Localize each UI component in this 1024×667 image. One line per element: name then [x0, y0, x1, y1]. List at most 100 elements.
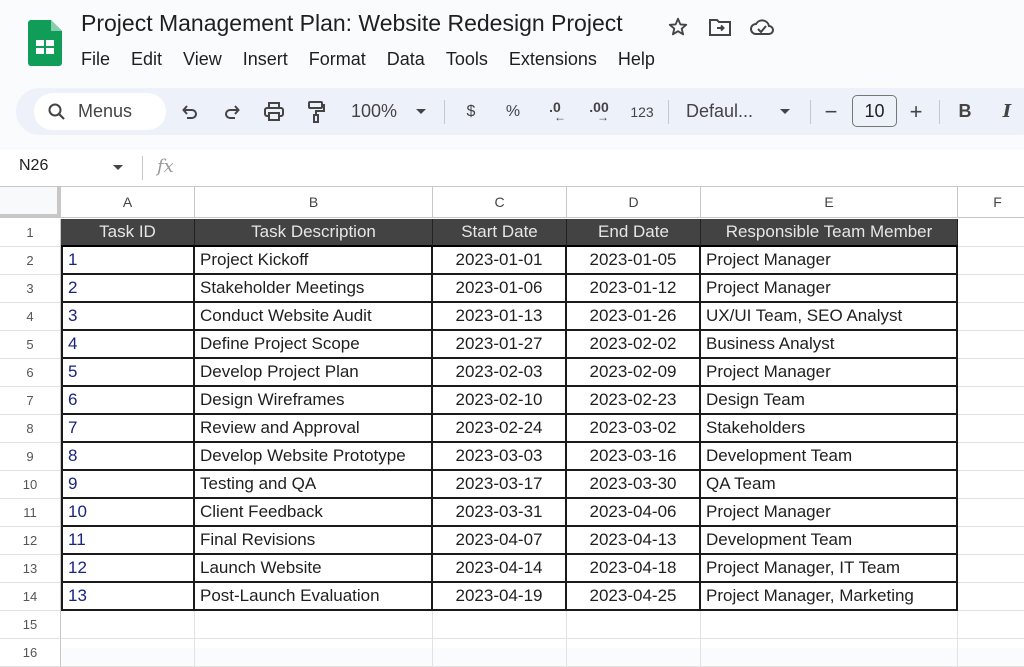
table-header-cell[interactable]: Start Date	[433, 219, 567, 247]
row-header-9[interactable]: 9	[0, 443, 61, 471]
table-cell[interactable]: 2023-04-13	[567, 527, 701, 555]
zoom-select[interactable]: 100%	[346, 88, 402, 135]
empty-cell[interactable]	[958, 415, 1024, 443]
empty-cell[interactable]	[567, 611, 701, 639]
table-cell[interactable]: 7	[61, 415, 195, 443]
empty-cell[interactable]	[958, 639, 1024, 667]
menu-edit[interactable]: Edit	[131, 49, 162, 70]
empty-cell[interactable]	[701, 639, 958, 667]
table-cell[interactable]: 2023-03-03	[433, 443, 567, 471]
redo-button[interactable]	[218, 88, 246, 135]
empty-cell[interactable]	[958, 471, 1024, 499]
table-cell[interactable]: 2023-04-06	[567, 499, 701, 527]
google-sheets-logo-icon[interactable]	[28, 20, 62, 66]
menu-view[interactable]: View	[183, 49, 222, 70]
formula-input[interactable]	[190, 154, 1010, 182]
table-cell[interactable]: Testing and QA	[195, 471, 433, 499]
table-cell[interactable]: 2023-03-17	[433, 471, 567, 499]
empty-cell[interactable]	[958, 611, 1024, 639]
star-icon[interactable]	[665, 14, 691, 40]
print-button[interactable]	[259, 88, 289, 135]
menu-extensions[interactable]: Extensions	[509, 49, 597, 70]
table-cell[interactable]: Project Manager, IT Team	[701, 555, 958, 583]
empty-cell[interactable]	[958, 499, 1024, 527]
empty-cell[interactable]	[958, 275, 1024, 303]
row-header-10[interactable]: 10	[0, 471, 61, 499]
table-cell[interactable]: 2023-01-05	[567, 247, 701, 275]
table-cell[interactable]: Design Wireframes	[195, 387, 433, 415]
table-cell[interactable]: 6	[61, 387, 195, 415]
cloud-saved-icon[interactable]	[749, 14, 775, 40]
column-header-b[interactable]: B	[195, 186, 433, 218]
table-cell[interactable]: 9	[61, 471, 195, 499]
empty-cell[interactable]	[567, 639, 701, 667]
name-box[interactable]: N26	[19, 157, 48, 175]
empty-cell[interactable]	[958, 527, 1024, 555]
table-cell[interactable]: 2023-04-14	[433, 555, 567, 583]
table-cell[interactable]: Project Manager	[701, 247, 958, 275]
table-cell[interactable]: 8	[61, 443, 195, 471]
table-cell[interactable]: Design Team	[701, 387, 958, 415]
table-cell[interactable]: 10	[61, 499, 195, 527]
empty-cell[interactable]	[701, 611, 958, 639]
row-header-11[interactable]: 11	[0, 499, 61, 527]
table-cell[interactable]: Project Manager	[701, 499, 958, 527]
search-menus-button[interactable]: Menus	[34, 93, 166, 130]
font-size-input[interactable]: 10	[852, 95, 897, 127]
table-cell[interactable]: Develop Website Prototype	[195, 443, 433, 471]
table-cell[interactable]: 2023-01-01	[433, 247, 567, 275]
table-cell[interactable]: 2023-04-25	[567, 583, 701, 611]
empty-cell[interactable]	[958, 443, 1024, 471]
table-cell[interactable]: Stakeholder Meetings	[195, 275, 433, 303]
empty-cell[interactable]	[958, 303, 1024, 331]
row-header-3[interactable]: 3	[0, 275, 61, 303]
table-cell[interactable]: Final Revisions	[195, 527, 433, 555]
empty-cell[interactable]	[958, 331, 1024, 359]
menu-format[interactable]: Format	[309, 49, 366, 70]
table-cell[interactable]: Define Project Scope	[195, 331, 433, 359]
table-cell[interactable]: 2023-04-07	[433, 527, 567, 555]
table-cell[interactable]: Review and Approval	[195, 415, 433, 443]
increase-font-size-button[interactable]: +	[905, 88, 927, 135]
table-cell[interactable]: Project Kickoff	[195, 247, 433, 275]
table-cell[interactable]: 2023-03-16	[567, 443, 701, 471]
table-header-cell[interactable]: Task ID	[61, 219, 195, 247]
table-cell[interactable]: 2023-02-03	[433, 359, 567, 387]
table-cell[interactable]: 2	[61, 275, 195, 303]
table-cell[interactable]: Launch Website	[195, 555, 433, 583]
table-cell[interactable]: 2023-02-02	[567, 331, 701, 359]
menu-data[interactable]: Data	[387, 49, 425, 70]
menu-file[interactable]: File	[81, 49, 110, 70]
row-header-6[interactable]: 6	[0, 359, 61, 387]
table-cell[interactable]: Project Manager, Marketing	[701, 583, 958, 611]
row-header-13[interactable]: 13	[0, 555, 61, 583]
select-all-corner[interactable]	[0, 186, 61, 218]
table-cell[interactable]: 2023-01-06	[433, 275, 567, 303]
zoom-dropdown-arrow[interactable]	[412, 88, 430, 135]
name-box-dropdown-icon[interactable]	[113, 165, 123, 170]
table-header-cell[interactable]: End Date	[567, 219, 701, 247]
document-title[interactable]: Project Management Plan: Website Redesig…	[81, 10, 623, 37]
table-cell[interactable]: 2023-01-13	[433, 303, 567, 331]
table-cell[interactable]: 2023-04-19	[433, 583, 567, 611]
move-to-folder-icon[interactable]	[707, 14, 733, 40]
increase-decimal-button[interactable]: .00 →	[584, 88, 614, 135]
paint-format-button[interactable]	[302, 88, 330, 135]
italic-button[interactable]: I	[996, 88, 1018, 135]
table-cell[interactable]: 2023-04-18	[567, 555, 701, 583]
column-header-d[interactable]: D	[567, 186, 701, 218]
menu-help[interactable]: Help	[618, 49, 655, 70]
table-cell[interactable]: 2023-01-26	[567, 303, 701, 331]
table-cell[interactable]: 2023-02-10	[433, 387, 567, 415]
font-dropdown-arrow[interactable]	[776, 88, 794, 135]
table-header-cell[interactable]: Responsible Team Member	[701, 219, 958, 247]
column-header-e[interactable]: E	[701, 186, 958, 218]
table-cell[interactable]: Stakeholders	[701, 415, 958, 443]
empty-cell[interactable]	[958, 387, 1024, 415]
empty-cell[interactable]	[195, 639, 433, 667]
table-cell[interactable]: 13	[61, 583, 195, 611]
bold-button[interactable]: B	[954, 88, 976, 135]
table-cell[interactable]: 12	[61, 555, 195, 583]
column-header-c[interactable]: C	[433, 186, 567, 218]
row-header-15[interactable]: 15	[0, 611, 61, 639]
